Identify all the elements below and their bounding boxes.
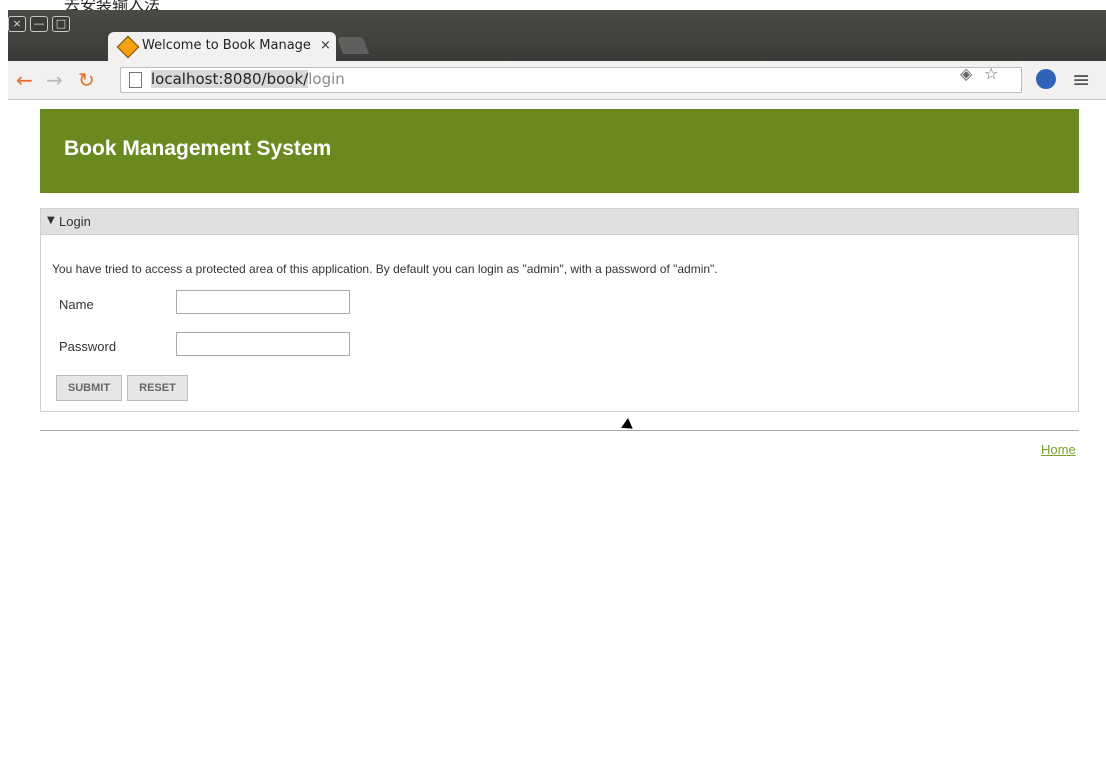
- titlebar: × — □ Welcome to Book Manage ×: [8, 10, 1106, 61]
- menu-icon[interactable]: ≡: [1072, 68, 1090, 93]
- browser-tab[interactable]: Welcome to Book Manage ×: [108, 32, 336, 61]
- login-panel: ▼ Login You have tried to access a prote…: [40, 208, 1079, 412]
- url-path: login: [308, 70, 345, 88]
- top-strip-text: 去安装输入法: [64, 0, 161, 10]
- new-tab-button[interactable]: [336, 37, 370, 54]
- page-icon: [129, 72, 142, 88]
- maximize-window-button[interactable]: □: [52, 16, 70, 32]
- chevron-down-icon: ▼: [47, 215, 55, 226]
- login-panel-title: Login: [59, 214, 91, 229]
- address-bar[interactable]: localhost:8080/book/login: [120, 67, 1022, 93]
- password-input[interactable]: [176, 332, 350, 356]
- back-icon[interactable]: ←: [16, 68, 33, 92]
- url-host: localhost:8080/book/: [151, 70, 309, 88]
- minimize-window-button[interactable]: —: [30, 16, 48, 32]
- top-strip: 去安装输入法: [0, 0, 1106, 10]
- tab-title: Welcome to Book Manage: [142, 38, 311, 53]
- browser-window: × — □ Welcome to Book Manage × ← → ↻ loc…: [8, 10, 1106, 777]
- password-label: Password: [59, 339, 117, 354]
- login-notice: You have tried to access a protected are…: [52, 262, 718, 276]
- star-icon[interactable]: ☆: [984, 64, 998, 83]
- tab-close-button[interactable]: ×: [320, 38, 331, 53]
- extension-icon[interactable]: ◈: [960, 64, 972, 83]
- reload-icon[interactable]: ↻: [78, 68, 95, 92]
- close-window-button[interactable]: ×: [8, 16, 26, 32]
- home-link[interactable]: Home: [1041, 442, 1076, 457]
- url-text: localhost:8080/book/login: [151, 70, 345, 88]
- name-label: Name: [59, 297, 94, 312]
- globe-icon[interactable]: [1036, 69, 1056, 89]
- login-panel-header[interactable]: ▼ Login: [41, 209, 1078, 235]
- footer-divider: [40, 430, 1079, 431]
- submit-button[interactable]: SUBMIT: [56, 375, 122, 401]
- page-content: Book Management System ▼ Login You have …: [8, 100, 1106, 777]
- browser-toolbar: ← → ↻ localhost:8080/book/login ◈ ☆ ≡: [8, 61, 1106, 100]
- forward-icon[interactable]: →: [46, 68, 63, 92]
- tab-icon: [116, 35, 140, 59]
- name-input[interactable]: [176, 290, 350, 314]
- page-title: Book Management System: [64, 137, 332, 160]
- reset-button[interactable]: RESET: [127, 375, 188, 401]
- site-header: Book Management System: [40, 109, 1079, 193]
